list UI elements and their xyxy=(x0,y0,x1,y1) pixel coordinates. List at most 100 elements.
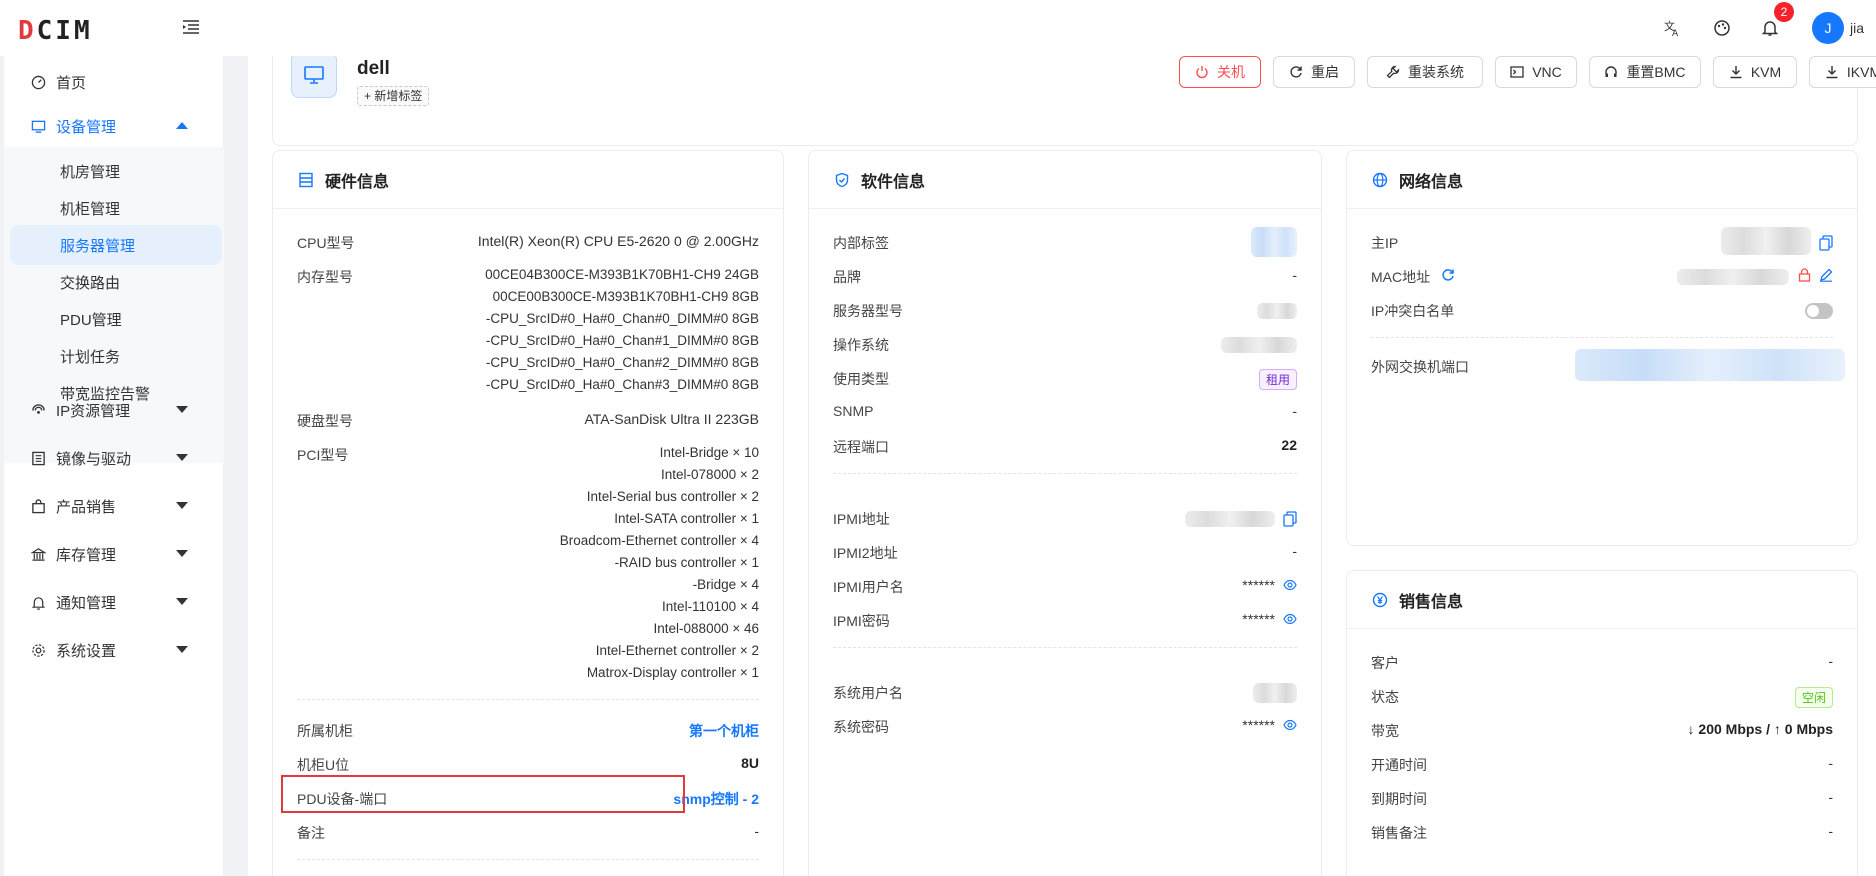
lock-icon[interactable] xyxy=(1798,268,1811,285)
pci-value: -RAID bus controller × 1 xyxy=(614,555,759,570)
sidebar-item-notify[interactable]: 通知管理 xyxy=(4,578,224,626)
pci-value: Intel-088000 × 46 xyxy=(653,621,759,636)
gear-icon xyxy=(30,642,46,658)
ikvm-button[interactable]: IKVM xyxy=(1809,56,1876,88)
eye-icon[interactable] xyxy=(1283,578,1297,594)
memory-value: -CPU_SrcID#0_Ha#0_Chan#2_DIMM#0 8GB xyxy=(485,355,759,370)
software-info-card: 软件信息 内部标签 品牌 - 服务器型号 操作系统 使用类型 租用 SNMP -… xyxy=(808,150,1322,876)
snmp-row: SNMP - xyxy=(833,403,1297,425)
network-info-card: 网络信息 主IP MAC地址 IP冲突白名单 外网交换机端口 xyxy=(1346,150,1858,546)
button-label: VNC xyxy=(1532,64,1562,80)
ip-whitelist-toggle[interactable] xyxy=(1805,303,1833,319)
expire-time-row: 到期时间 - xyxy=(1371,789,1833,811)
sidebar-item-server[interactable]: 服务器管理 xyxy=(10,225,222,265)
button-label: 重启 xyxy=(1311,64,1339,80)
u-position-row: 机柜U位 8U xyxy=(297,755,759,777)
user-avatar[interactable]: J xyxy=(1812,12,1844,44)
globe-icon xyxy=(1371,171,1389,189)
sidebar-item-home[interactable]: 首页 xyxy=(4,58,224,106)
open-time-row: 开通时间 - xyxy=(1371,755,1833,777)
network-card-header: 网络信息 xyxy=(1347,151,1857,209)
sidebar-item-device-mgmt[interactable]: 设备管理 xyxy=(4,102,224,150)
eye-icon[interactable] xyxy=(1283,612,1297,628)
chevron-down-icon xyxy=(176,502,188,509)
pci-value: Intel-078000 × 2 xyxy=(661,467,759,482)
field-label: CPU型号 xyxy=(297,235,355,251)
remote-port-row: 远程端口 22 xyxy=(833,437,1297,459)
ipmi2-address-row: IPMI2地址 - xyxy=(833,543,1297,565)
pci-value: Intel-SATA controller × 1 xyxy=(614,511,759,526)
notification-badge: 2 xyxy=(1774,2,1794,22)
bandwidth-row: 带宽 ↓ 200 Mbps / ↑ 0 Mbps xyxy=(1371,721,1833,743)
download-icon xyxy=(1826,66,1838,79)
field-label: PCI型号 xyxy=(297,447,349,463)
yen-icon xyxy=(1371,591,1389,609)
bank-icon xyxy=(30,546,46,562)
field-label: 硬盘型号 xyxy=(297,413,353,429)
sidebar-item-label: 产品销售 xyxy=(56,498,117,516)
translate-icon[interactable]: 文A xyxy=(1660,16,1684,40)
field-label: 开通时间 xyxy=(1371,757,1427,773)
chevron-down-icon xyxy=(176,454,188,461)
button-label: 重置BMC xyxy=(1626,64,1686,80)
image-disk-icon xyxy=(30,450,46,466)
bell-icon xyxy=(30,594,46,610)
sidebar-item-inventory[interactable]: 库存管理 xyxy=(4,530,224,578)
refresh-icon[interactable] xyxy=(1441,268,1455,285)
edit-icon[interactable] xyxy=(1819,268,1833,285)
sidebar-item-ip[interactable]: IP资源管理 xyxy=(4,386,224,434)
copy-icon[interactable] xyxy=(1819,235,1833,254)
username-label[interactable]: jia xyxy=(1850,20,1864,36)
cabinet-link[interactable]: 第一个机柜 xyxy=(689,721,759,741)
dashboard-icon xyxy=(30,74,46,90)
sidebar-item-image[interactable]: 镜像与驱动 xyxy=(4,434,224,482)
app-logo[interactable]: DCIM xyxy=(18,16,93,46)
brand-value: - xyxy=(1292,267,1297,283)
reset-bmc-button[interactable]: 重置BMC xyxy=(1589,56,1701,88)
sidebar-item-label: 通知管理 xyxy=(56,594,117,612)
system-password-row: 系统密码 ****** xyxy=(833,717,1297,739)
sidebar-item-settings[interactable]: 系统设置 xyxy=(4,626,224,674)
sidebar-item-cabinet[interactable]: 机柜管理 xyxy=(10,188,222,228)
divider xyxy=(833,647,1297,648)
divider xyxy=(833,473,1297,474)
memory-row: 内存型号 00CE04B300CE-M393B1K70BH1-CH9 24GB … xyxy=(297,267,759,392)
shutdown-button[interactable]: 关机 xyxy=(1179,56,1261,88)
eye-icon[interactable] xyxy=(1283,718,1297,734)
reinstall-button[interactable]: 重装系统 xyxy=(1367,56,1483,88)
reboot-button[interactable]: 重启 xyxy=(1273,56,1355,88)
vnc-button[interactable]: VNC xyxy=(1495,56,1577,88)
redacted-value xyxy=(1251,227,1297,257)
sidebar: 首页 设备管理 机房管理 机柜管理 服务器管理 交换路由 PDU管理 计划任务 … xyxy=(0,56,224,876)
add-tag-button[interactable]: + 新增标签 xyxy=(357,86,430,106)
disk-row: 硬盘型号 ATA-SanDisk Ultra II 223GB xyxy=(297,411,759,433)
open-time-value: - xyxy=(1828,755,1833,771)
field-label: 内部标签 xyxy=(833,235,889,251)
sales-note-row: 销售备注 - xyxy=(1371,823,1833,845)
sidebar-item-sales[interactable]: 产品销售 xyxy=(4,482,224,530)
card-title: 软件信息 xyxy=(861,173,926,191)
pdu-port-link[interactable]: snmp控制 - 2 xyxy=(673,789,759,809)
redacted-value xyxy=(1257,303,1297,319)
sidebar-item-pdu[interactable]: PDU管理 xyxy=(10,299,222,339)
divider xyxy=(297,859,759,860)
snmp-value: - xyxy=(1292,403,1297,419)
sidebar-item-tasks[interactable]: 计划任务 xyxy=(10,336,222,376)
bandwidth-value: ↓ 200 Mbps / ↑ 0 Mbps xyxy=(1687,721,1833,737)
sidebar-item-room[interactable]: 机房管理 xyxy=(10,151,222,191)
field-label: 外网交换机端口 xyxy=(1371,359,1469,375)
field-label: 主IP xyxy=(1371,235,1399,251)
sidebar-item-label: 系统设置 xyxy=(56,642,117,660)
sidebar-item-switch[interactable]: 交换路由 xyxy=(10,262,222,302)
hardware-card-header: 硬件信息 xyxy=(273,151,783,209)
power-icon xyxy=(1196,66,1208,79)
pci-value: Intel-110100 × 4 xyxy=(662,599,759,614)
ipmi-password-row: IPMI密码 ****** xyxy=(833,611,1297,633)
kvm-button[interactable]: KVM xyxy=(1713,56,1797,88)
customer-row: 客户 - xyxy=(1371,653,1833,675)
copy-icon[interactable] xyxy=(1283,511,1297,530)
field-label: IPMI用户名 xyxy=(833,579,904,595)
theme-palette-icon[interactable] xyxy=(1710,16,1734,40)
menu-collapse-icon[interactable] xyxy=(182,18,200,36)
device-name: dell xyxy=(357,58,390,79)
